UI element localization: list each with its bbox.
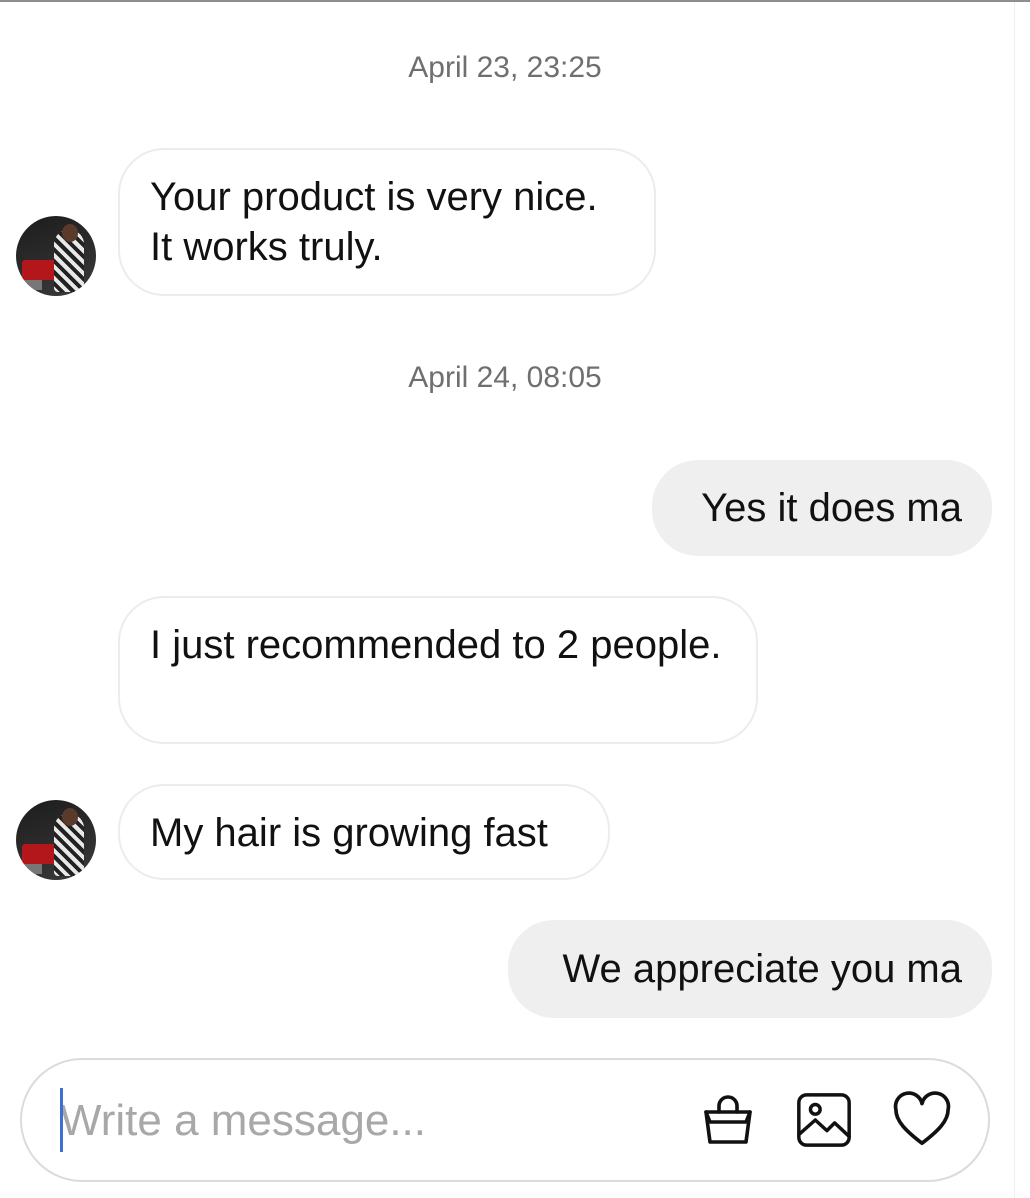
avatar[interactable] xyxy=(16,216,96,296)
message-text: We appreciate you ma xyxy=(562,947,962,991)
message-text: My hair is growing fast xyxy=(150,811,548,855)
message-bubble-outgoing[interactable]: We appreciate you ma xyxy=(508,920,992,1018)
image-icon[interactable] xyxy=(794,1090,854,1150)
scroll-edge xyxy=(1014,2,1030,1198)
timestamp: April 24, 08:05 xyxy=(408,361,602,394)
message-composer xyxy=(20,1058,990,1182)
message-text: Yes it does ma xyxy=(701,486,962,530)
top-divider xyxy=(0,0,1030,2)
shopping-bag-icon[interactable] xyxy=(698,1090,758,1150)
message-bubble-outgoing[interactable]: Yes it does ma xyxy=(652,460,992,556)
message-bubble-incoming[interactable]: My hair is growing fast xyxy=(118,784,610,880)
timestamp: April 23, 23:25 xyxy=(408,51,602,84)
heart-icon[interactable] xyxy=(892,1090,952,1150)
message-text: I just recommended to 2 people. xyxy=(150,623,722,667)
message-bubble-incoming[interactable]: Your product is very nice. It works trul… xyxy=(118,148,656,296)
text-caret xyxy=(60,1088,63,1152)
avatar[interactable] xyxy=(16,800,96,880)
message-text: Your product is very nice. It works trul… xyxy=(150,175,598,269)
message-bubble-incoming[interactable]: I just recommended to 2 people. xyxy=(118,596,758,744)
message-input[interactable] xyxy=(60,1086,660,1156)
